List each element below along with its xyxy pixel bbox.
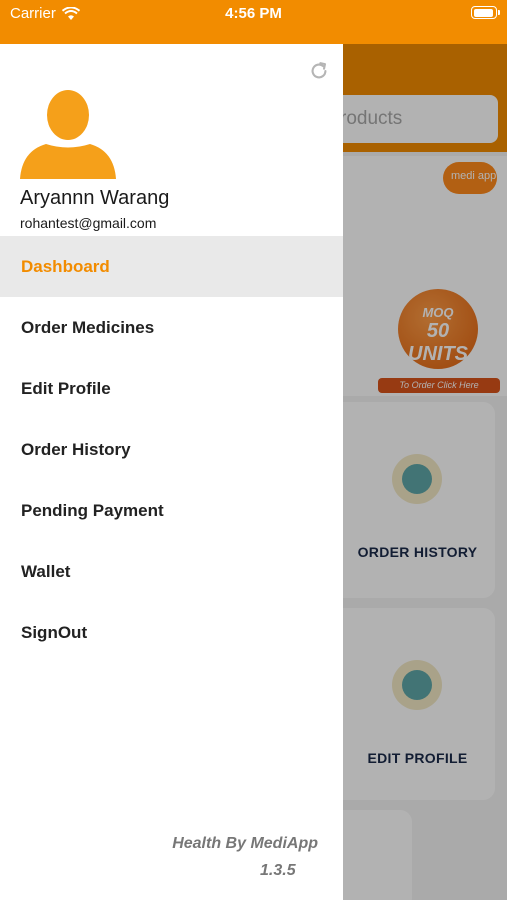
navigation-drawer: Aryannn Warang rohantest@gmail.com Dashb… <box>0 44 343 900</box>
menu-item-pending-payment[interactable]: Pending Payment <box>0 480 343 541</box>
user-name: Aryannn Warang <box>20 187 170 209</box>
menu-item-order-history[interactable]: Order History <box>0 419 343 480</box>
refresh-icon[interactable] <box>308 60 330 82</box>
menu-item-edit-profile[interactable]: Edit Profile <box>0 358 343 419</box>
battery-icon <box>471 6 500 19</box>
menu-item-signout[interactable]: SignOut <box>0 602 343 663</box>
footer-brand: Health By MediApp <box>172 835 318 852</box>
menu-item-order-medicines[interactable]: Order Medicines <box>0 297 343 358</box>
app-version: 1.3.5 <box>260 862 296 879</box>
menu-item-dashboard[interactable]: Dashboard <box>0 236 343 297</box>
status-bar: Carrier 4:56 PM <box>0 0 507 44</box>
user-email: rohantest@gmail.com <box>20 215 157 231</box>
user-avatar-icon[interactable] <box>18 89 118 181</box>
drawer-menu: Dashboard Order Medicines Edit Profile O… <box>0 236 343 663</box>
menu-item-wallet[interactable]: Wallet <box>0 541 343 602</box>
status-time: 4:56 PM <box>225 5 282 22</box>
